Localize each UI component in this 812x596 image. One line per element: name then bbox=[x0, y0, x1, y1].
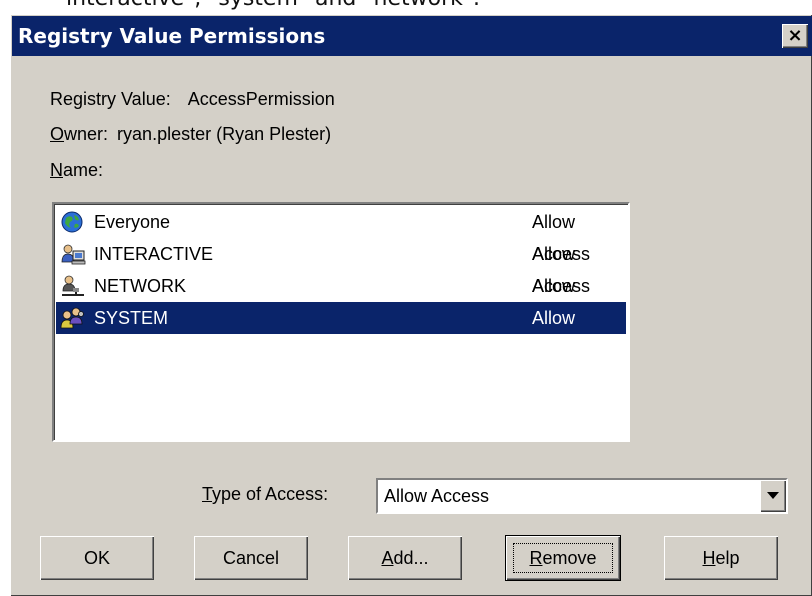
registry-value: AccessPermission bbox=[187, 89, 335, 109]
cancel-button-label: Cancel bbox=[222, 548, 280, 568]
close-button[interactable]: × bbox=[782, 24, 808, 48]
permissions-dialog: Registry Value Permissions × Registry Va… bbox=[10, 14, 812, 596]
background-text: interactive", "system" and "network". bbox=[66, 0, 480, 11]
registry-value-label: Registry Value: bbox=[50, 89, 171, 109]
remove-button[interactable]: Remove bbox=[506, 536, 620, 580]
list-item[interactable]: INTERACTIVE Allow Access bbox=[56, 238, 626, 296]
type-of-access-label-key: T bbox=[202, 484, 213, 504]
help-button[interactable]: Help bbox=[664, 536, 778, 580]
type-of-access-label: Type of Access: bbox=[202, 484, 328, 505]
dialog-title: Registry Value Permissions bbox=[18, 24, 326, 48]
add-button-label: dd... bbox=[393, 548, 429, 568]
list-item-access: Allow Access bbox=[532, 308, 591, 360]
list-item[interactable]: Everyone Allow Access bbox=[56, 206, 626, 264]
help-button-key: H bbox=[702, 548, 716, 568]
owner-label-key: O bbox=[50, 124, 65, 144]
dropdown-button[interactable] bbox=[760, 480, 786, 512]
system-users-icon bbox=[60, 307, 84, 329]
name-label-rest: ame: bbox=[63, 160, 104, 180]
globe-icon bbox=[61, 211, 83, 233]
list-item-name: SYSTEM bbox=[94, 308, 169, 328]
add-button[interactable]: Add... bbox=[348, 536, 462, 580]
list-item[interactable]: NETWORK Allow Access bbox=[56, 270, 626, 328]
name-label-key: N bbox=[50, 160, 63, 180]
list-item-name: INTERACTIVE bbox=[94, 244, 214, 264]
permissions-list[interactable]: Everyone Allow Access INTERACTIVE Allow … bbox=[52, 202, 630, 442]
chevron-down-icon bbox=[767, 492, 779, 499]
interactive-users-icon bbox=[61, 244, 86, 265]
type-of-access-label-rest: ype of Access: bbox=[212, 484, 329, 504]
focus-rect bbox=[513, 543, 613, 573]
list-item-name: Everyone bbox=[94, 212, 171, 232]
ok-button[interactable]: OK bbox=[40, 536, 154, 580]
help-button-label: elp bbox=[715, 548, 740, 568]
type-of-access-value: Allow Access bbox=[384, 486, 490, 506]
close-icon: × bbox=[787, 25, 803, 46]
owner-label: wner: bbox=[64, 124, 109, 144]
list-item-name: NETWORK bbox=[94, 276, 186, 296]
owner-row: Owner: ryan.plester (Ryan Plester) bbox=[50, 124, 331, 145]
owner-value: ryan.plester (Ryan Plester) bbox=[117, 124, 332, 144]
registry-value-row: Registry Value: AccessPermission bbox=[50, 89, 335, 110]
title-bar[interactable]: Registry Value Permissions × bbox=[12, 16, 812, 56]
type-of-access-select[interactable]: Allow Access bbox=[376, 478, 788, 514]
add-button-key: A bbox=[381, 548, 394, 568]
cancel-button[interactable]: Cancel bbox=[194, 536, 308, 580]
ok-button-label: OK bbox=[83, 548, 110, 568]
network-user-icon bbox=[62, 275, 84, 296]
name-label: Name: bbox=[50, 160, 103, 181]
list-item-selected[interactable]: SYSTEM Allow Access bbox=[56, 302, 626, 360]
